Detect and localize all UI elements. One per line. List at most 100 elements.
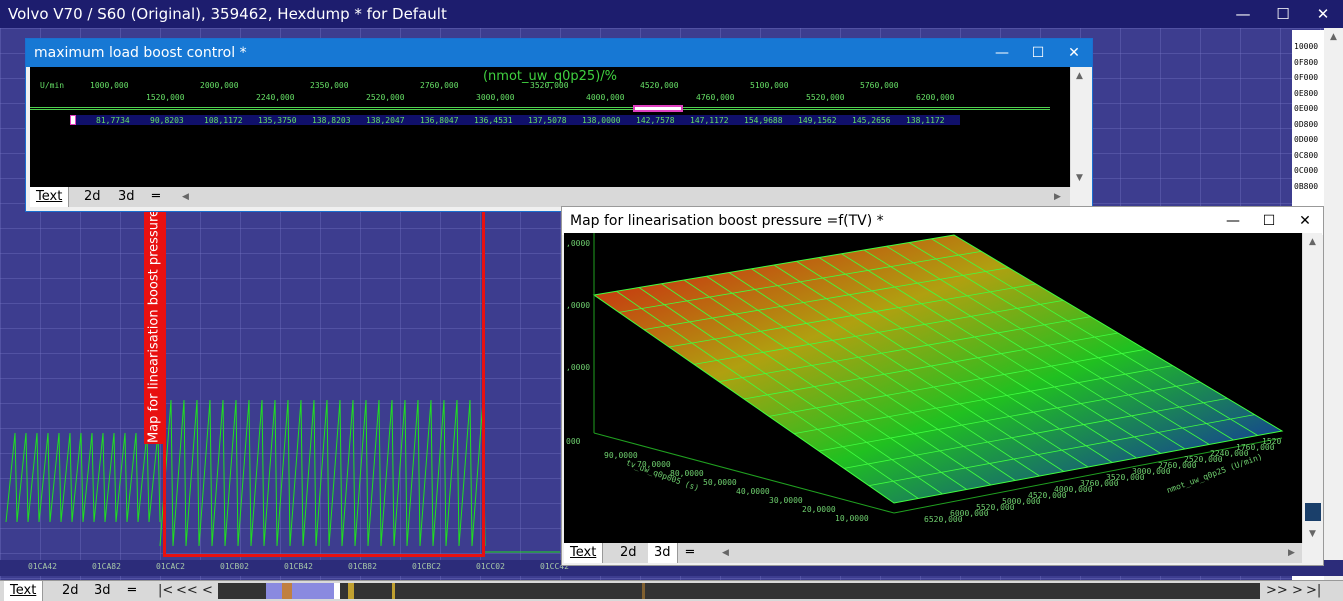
boost-tab-3d[interactable]: 3d	[112, 187, 141, 207]
value-cell: 138,2047	[366, 116, 405, 125]
x-breakpoint-bottom: 2240,000	[256, 93, 295, 102]
y-tick-label: 10,0000	[835, 514, 869, 523]
surface-plot	[592, 233, 1284, 514]
y-tick-label: 20,0000	[802, 505, 836, 514]
y-tick-label: 30,0000	[769, 496, 803, 505]
tab-3d[interactable]: 3d	[88, 581, 117, 601]
map-tab-2d[interactable]: 2d	[614, 543, 643, 563]
map-minimize-button[interactable]: —	[1215, 207, 1251, 235]
minimize-button[interactable]: —	[1223, 0, 1263, 28]
prev-page-button[interactable]: <<	[176, 582, 198, 600]
next-page-button[interactable]: >>	[1266, 582, 1288, 600]
last-page-button[interactable]: >|	[1306, 582, 1321, 600]
x-breakpoint-top: 3520,000	[530, 81, 569, 90]
app-title-bar: Volvo V70 / S60 (Original), 359462, Hexd…	[0, 0, 1343, 28]
map-vertical-scrollbar[interactable]: ▲ ▼	[1302, 233, 1322, 543]
maximize-button[interactable]: ☐	[1263, 0, 1303, 28]
address-tick: 01CBC2	[412, 562, 441, 571]
boost-window-titlebar[interactable]: maximum load boost control * — ☐ ✕	[26, 39, 1092, 67]
boost-window-title: maximum load boost control *	[34, 45, 247, 61]
x-breakpoint-top: 2000,000	[200, 81, 239, 90]
x-breakpoint-top: 1000,000	[90, 81, 129, 90]
close-button[interactable]: ✕	[1303, 0, 1343, 28]
forward-button[interactable]: >	[1292, 582, 1303, 600]
value-cell: 138,0000	[582, 116, 621, 125]
boost-maximize-button[interactable]: ☐	[1020, 39, 1056, 67]
x-breakpoint-top: 2760,000	[420, 81, 459, 90]
main-window-controls: — ☐ ✕	[1223, 0, 1343, 28]
x-breakpoint-bottom: 3000,000	[476, 93, 515, 102]
z-tick-label: ,0000	[566, 363, 591, 372]
app-root: Volvo V70 / S60 (Original), 359462, Hexd…	[0, 0, 1343, 601]
value-cell: 108,1172	[204, 116, 243, 125]
z-tick-label: 000	[566, 437, 581, 446]
x-breakpoint-bottom: 2520,000	[366, 93, 405, 102]
address-label: 0B800	[1294, 181, 1319, 191]
map-tab-text[interactable]: Text	[564, 543, 604, 563]
scroll-down-icon[interactable]: ▼	[1071, 173, 1088, 183]
scroll-right-icon[interactable]: ▶	[1288, 548, 1295, 558]
highlight-label[interactable]: Map for linearisation boost pressure	[144, 208, 164, 444]
map-maximize-button[interactable]: ☐	[1251, 207, 1287, 235]
boost-tab-bar: Text 2d 3d ═ ◀ ▶	[30, 187, 1070, 207]
map-close-button[interactable]: ✕	[1287, 207, 1323, 235]
boost-close-button[interactable]: ✕	[1056, 39, 1092, 67]
address-label: 0E000	[1294, 104, 1319, 113]
value-cell: 135,3750	[258, 116, 297, 125]
value-cell: 149,1562	[798, 116, 837, 125]
value-cell: 136,4531	[474, 116, 513, 125]
menu-icon[interactable]: ═	[146, 187, 166, 207]
x-breakpoint-bottom: 1520,000	[146, 93, 185, 102]
scroll-up-icon[interactable]: ▲	[1071, 71, 1088, 81]
scroll-left-icon[interactable]: ◀	[182, 192, 189, 202]
scroll-left-icon[interactable]: ◀	[722, 548, 729, 558]
boost-control-window[interactable]: maximum load boost control * — ☐ ✕ (nmot…	[25, 38, 1093, 212]
map-window-titlebar[interactable]: Map for linearisation boost pressure =f(…	[562, 207, 1323, 235]
address-label: 0D000	[1294, 135, 1319, 144]
scroll-up-icon[interactable]: ▲	[1324, 32, 1343, 42]
tab-text[interactable]: Text	[4, 581, 44, 601]
boost-tab-text[interactable]: Text	[30, 187, 70, 207]
z-tick-label: ,0000	[566, 301, 591, 310]
boost-vertical-scrollbar[interactable]: ▲ ▼	[1070, 67, 1088, 187]
address-tick: 01CB42	[284, 562, 313, 571]
scroll-thumb[interactable]	[1305, 503, 1321, 521]
map-tab-bar: Text 2d 3d ═ ◀ ▶	[564, 543, 1302, 563]
map-3d-view[interactable]: ,0000,0000,0000 000 90,0000 70,0000 80,0000…	[564, 233, 1302, 543]
x-breakpoint-bottom: 4760,000	[696, 93, 735, 102]
value-cell: 81,7734	[96, 116, 130, 125]
row-cursor[interactable]	[70, 115, 76, 125]
value-cell: 137,5078	[528, 116, 567, 125]
address-label: 0D800	[1294, 119, 1319, 129]
address-label: 0C800	[1294, 150, 1319, 160]
scroll-up-icon[interactable]: ▲	[1303, 237, 1322, 247]
scroll-right-icon[interactable]: ▶	[1054, 192, 1061, 202]
boost-table[interactable]: (nmot_uw_q0p25)/% U/min 1000,000 2000,000…	[30, 67, 1070, 187]
back-button[interactable]: <	[202, 582, 213, 600]
menu-icon[interactable]: ═	[680, 543, 700, 563]
value-cell: 138,8203	[312, 116, 351, 125]
map-window[interactable]: Map for linearisation boost pressure =f(…	[561, 206, 1324, 566]
value-cell: 90,8203	[150, 116, 184, 125]
x-breakpoint-top: 2350,000	[310, 81, 349, 90]
app-title: Volvo V70 / S60 (Original), 359462, Hexd…	[8, 5, 447, 23]
main-vertical-scrollbar[interactable]: ▲ ▼	[1324, 28, 1343, 580]
selected-cell[interactable]	[633, 105, 683, 112]
address-label: 0F000	[1294, 73, 1319, 82]
address-tick: 01CA82	[92, 562, 121, 571]
boost-minimize-button[interactable]: —	[984, 39, 1020, 67]
first-page-button[interactable]: |<	[158, 582, 173, 600]
map-tab-3d[interactable]: 3d	[648, 543, 678, 563]
scroll-down-icon[interactable]: ▼	[1303, 529, 1322, 539]
tab-2d[interactable]: 2d	[56, 581, 85, 601]
overview-strip[interactable]	[218, 583, 1260, 599]
boost-tab-2d[interactable]: 2d	[78, 187, 107, 207]
x-breakpoint-top: 5100,000	[750, 81, 789, 90]
address-label: 0F800	[1294, 57, 1319, 67]
menu-icon[interactable]: ═	[122, 581, 142, 601]
y-tick-label: 50,0000	[703, 478, 737, 487]
address-tick: 01CB02	[220, 562, 249, 571]
value-cell: 138,1172	[906, 116, 945, 125]
address-tick: 01CC02	[476, 562, 505, 571]
x-tick-label: 1520	[1262, 437, 1282, 446]
